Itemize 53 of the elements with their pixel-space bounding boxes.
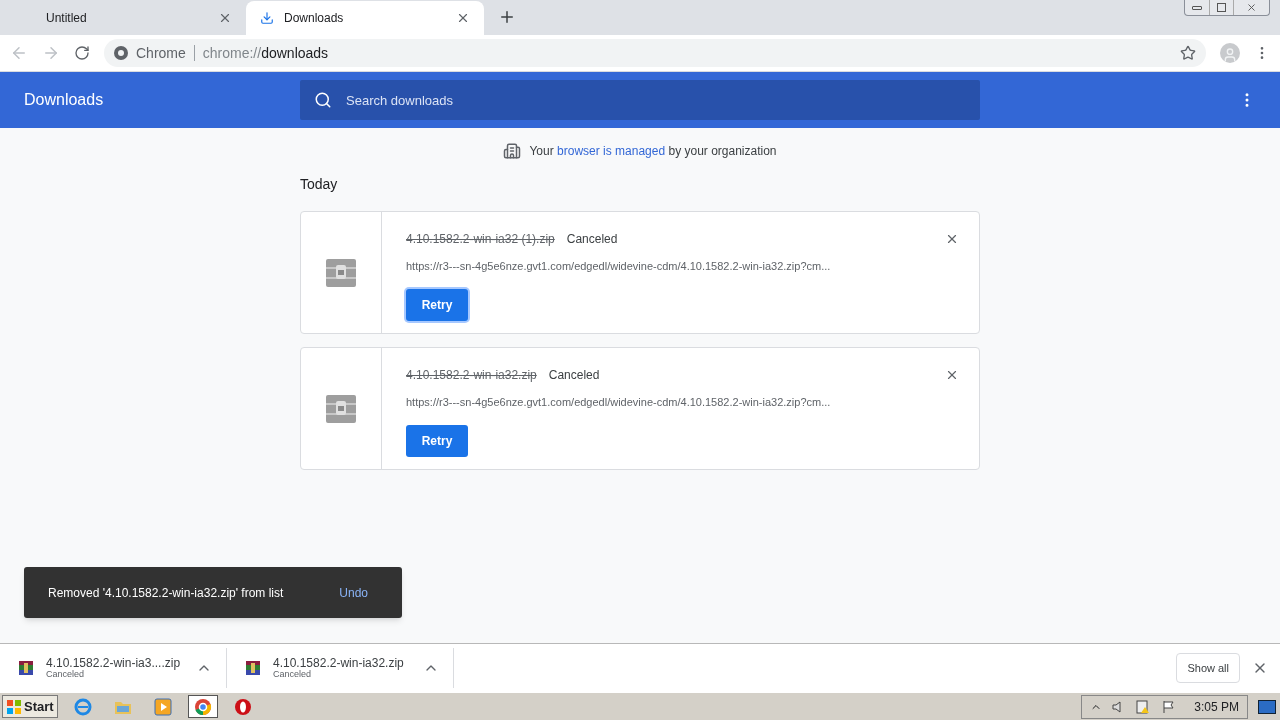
- archive-icon: [325, 392, 357, 425]
- managed-link[interactable]: browser is managed: [557, 144, 666, 158]
- search-field[interactable]: Search downloads: [300, 80, 980, 120]
- section-heading: Today: [300, 175, 339, 194]
- new-tab-icon[interactable]: [498, 8, 516, 26]
- chrome-icon: [114, 46, 128, 60]
- clock: 3:05 PM: [1194, 698, 1239, 716]
- start-button[interactable]: Start: [2, 695, 58, 718]
- url-text: chrome://downloads: [202, 43, 329, 63]
- shelf-item[interactable]: 4.10.1582.2-win-ia32.zip Canceled: [227, 648, 454, 688]
- bookmark-star-icon[interactable]: [1180, 45, 1196, 61]
- site-label: Chrome: [136, 43, 186, 63]
- download-url: https://r3---sn-4g5e6nze.gvt1.com/edgedl/widevine-cdm/4.10.1582.2-win-ia32.zip?cm...: [406, 395, 832, 410]
- reload-icon[interactable]: [74, 45, 90, 61]
- retry-button[interactable]: Retry: [406, 288, 468, 321]
- building-icon: [503, 142, 522, 160]
- file-name: 4.10.1582.2-win-ia32.zip: [273, 657, 405, 669]
- file-name: 4.10.1582.2-win-ia32 (1).zip: [406, 231, 555, 248]
- taskbar-app[interactable]: [187, 695, 218, 718]
- close-icon[interactable]: [218, 11, 232, 25]
- download-icon: [260, 11, 274, 25]
- archive-icon: [245, 660, 261, 676]
- archive-icon: [325, 256, 357, 289]
- download-status: Canceled: [548, 367, 600, 384]
- undo-link[interactable]: Undo: [339, 583, 368, 602]
- remove-icon[interactable]: [945, 232, 959, 246]
- retry-button[interactable]: Retry: [406, 424, 468, 457]
- browser-tab[interactable]: Downloads: [246, 1, 484, 35]
- show-all-button[interactable]: Show all: [1176, 653, 1240, 683]
- flag-icon[interactable]: [1162, 699, 1177, 714]
- address-bar[interactable]: Chrome chrome://downloads: [104, 39, 1206, 67]
- search-icon: [314, 91, 332, 109]
- download-status: Canceled: [566, 231, 618, 248]
- tab-title: Downloads: [284, 10, 345, 27]
- download-url: https://r3---sn-4g5e6nze.gvt1.com/edgedl/widevine-cdm/4.10.1582.2-win-ia32.zip?cm...: [406, 259, 832, 274]
- archive-icon: [18, 660, 34, 676]
- opera-icon: [233, 697, 252, 716]
- windows-logo-icon: [6, 698, 22, 715]
- file-name: 4.10.1582.2-win-ia3....zip: [46, 657, 182, 669]
- managed-notice: Your browser is managed by your organization: [529, 143, 777, 160]
- toast-message: Removed '4.10.1582.2-win-ia32.zip' from list: [48, 584, 285, 602]
- chrome-icon: [193, 697, 212, 716]
- shelf-item[interactable]: 4.10.1582.2-win-ia3....zip Canceled: [0, 648, 227, 688]
- play-icon: [153, 697, 172, 716]
- page-title: Downloads: [24, 90, 105, 110]
- show-desktop-icon[interactable]: [1258, 699, 1276, 714]
- browser-e-icon: [73, 697, 92, 716]
- download-status: Canceled: [46, 670, 85, 679]
- file-name: 4.10.1582.2-win-ia32.zip: [406, 367, 537, 384]
- remove-icon[interactable]: [945, 368, 959, 382]
- tab-title: Untitled: [46, 10, 88, 27]
- download-status: Canceled: [273, 670, 312, 679]
- close-icon[interactable]: [456, 11, 470, 25]
